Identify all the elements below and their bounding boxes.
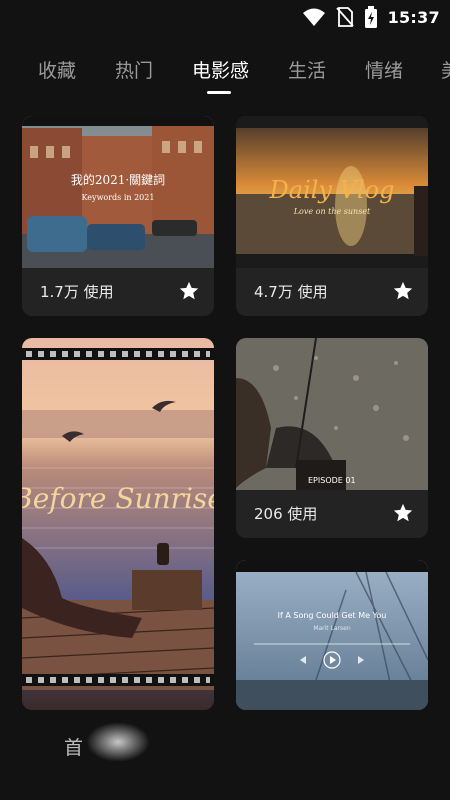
usage-count: 4.7万 使用: [254, 283, 328, 301]
status-time: 15:37: [387, 7, 440, 27]
thumbnail-beach-film: Before Sunrise: [22, 338, 214, 710]
wifi-icon: [302, 8, 325, 26]
usage-count: 1.7万 使用: [40, 283, 114, 301]
usage-count: 206 使用: [254, 505, 318, 523]
card-footer: 4.7万 使用: [236, 268, 428, 316]
template-card[interactable]: If A Song Could Get Me You Marit Larsen: [236, 560, 428, 710]
no-sim-icon: [335, 7, 354, 27]
star-icon[interactable]: [392, 502, 414, 524]
song-artist: Marit Larsen: [313, 625, 351, 632]
thumbnail-street-scene: 我的2021·關鍵詞 Keywords in 2021: [22, 116, 214, 268]
tab-life[interactable]: 生活: [288, 56, 326, 83]
active-tab-indicator: [207, 91, 231, 94]
star-icon[interactable]: [178, 280, 200, 302]
card-footer: 206 使用: [236, 490, 428, 538]
template-card[interactable]: Before Sunrise: [22, 338, 214, 710]
thumbnail-title: Before Sunrise: [22, 482, 214, 515]
template-thumbnail: EPISODE 01: [236, 338, 428, 490]
thumbnail-title: Daily Vlog: [269, 176, 395, 204]
tab-popular[interactable]: 热门: [115, 56, 153, 83]
film-strip-bottom: [22, 674, 214, 686]
thumbnail-sunset-sea: Daily Vlog Love on the sunset: [236, 116, 428, 268]
thumbnail-episode-label: EPISODE 01: [308, 476, 356, 485]
template-thumbnail: Before Sunrise: [22, 338, 214, 710]
star-icon[interactable]: [392, 280, 414, 302]
template-card[interactable]: Daily Vlog Love on the sunset 4.7万 使用: [236, 116, 428, 316]
thumbnail-title: 我的2021·關鍵詞: [71, 172, 165, 187]
status-icons: 15:37: [302, 6, 440, 28]
song-title: If A Song Could Get Me You: [278, 611, 387, 620]
category-tabs: 收藏 热门 电影感 生活 情绪 美: [0, 56, 450, 96]
card-footer: 1.7万 使用: [22, 268, 214, 316]
nav-home-label[interactable]: 首: [64, 733, 83, 760]
thumbnail-subtitle: Love on the sunset: [293, 207, 371, 216]
status-bar: 15:37: [0, 0, 450, 34]
tab-cinematic[interactable]: 电影感: [192, 56, 249, 83]
template-card[interactable]: EPISODE 01 206 使用: [236, 338, 428, 538]
battery-charging-icon: [364, 6, 377, 28]
thumbnail-subtitle: Keywords in 2021: [82, 193, 155, 202]
film-strip-top: [22, 348, 214, 360]
tab-favorites[interactable]: 收藏: [38, 56, 76, 83]
template-thumbnail: 我的2021·關鍵詞 Keywords in 2021: [22, 116, 214, 268]
tab-mood[interactable]: 情绪: [365, 56, 403, 83]
nav-highlight: [86, 722, 150, 762]
thumbnail-fishing-lake: EPISODE 01: [236, 338, 428, 490]
thumbnail-bridge-music: If A Song Could Get Me You Marit Larsen: [236, 560, 428, 710]
tab-beauty[interactable]: 美: [441, 56, 450, 83]
template-thumbnail: Daily Vlog Love on the sunset: [236, 116, 428, 268]
template-thumbnail: If A Song Could Get Me You Marit Larsen: [236, 560, 428, 710]
template-card[interactable]: 我的2021·關鍵詞 Keywords in 2021 1.7万 使用: [22, 116, 214, 316]
